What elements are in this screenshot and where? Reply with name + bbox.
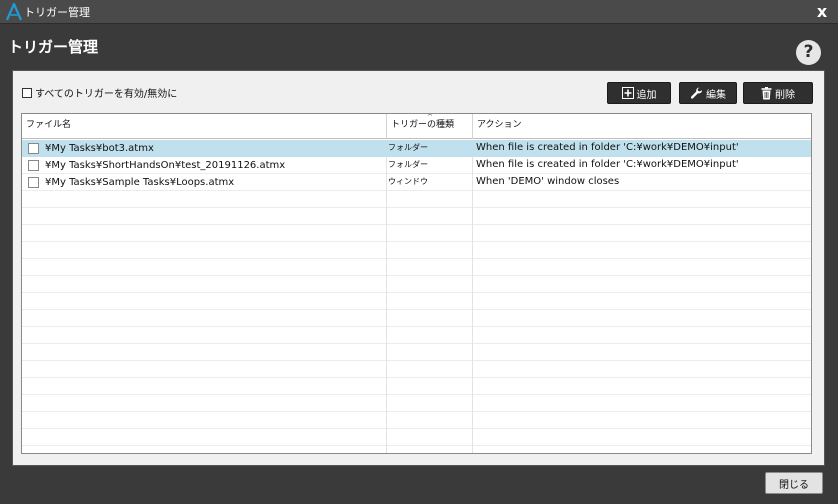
row-checkbox[interactable] xyxy=(28,143,39,154)
trigger-table: ファイル名 トリガーの種類 アクション ^ ¥My Tasks¥bot3.atm… xyxy=(21,113,812,454)
page-title: トリガー管理 xyxy=(8,38,99,56)
trigger-action: When file is created in folder 'C:¥work¥… xyxy=(476,142,739,153)
app-logo-icon xyxy=(5,2,23,21)
file-cell: ¥My Tasks¥ShortHandsOn¥test_20191126.atm… xyxy=(28,157,384,174)
trigger-panel: すべてのトリガーを有効/無効に 追加 編集 削除 ファイル名 トリガーの種類 ア… xyxy=(12,70,825,466)
checkbox-box[interactable] xyxy=(22,87,32,98)
trigger-type: フォルダー xyxy=(388,160,428,169)
column-header-file[interactable]: ファイル名 xyxy=(22,114,386,139)
window-title: トリガー管理 xyxy=(24,6,90,19)
row-checkbox[interactable] xyxy=(28,160,39,171)
row-checkbox[interactable] xyxy=(28,177,39,188)
trigger-type: ウィンドウ xyxy=(388,177,428,186)
plus-box-icon xyxy=(621,87,634,99)
sort-arrow-icon: ^ xyxy=(427,113,433,121)
edit-label: 編集 xyxy=(706,89,726,101)
enable-all-checkbox[interactable]: すべてのトリガーを有効/無効に xyxy=(22,85,177,100)
help-icon[interactable]: ? xyxy=(796,40,821,65)
file-cell: ¥My Tasks¥Sample Tasks¥Loops.atmx xyxy=(28,174,384,191)
table-row[interactable]: ¥My Tasks¥ShortHandsOn¥test_20191126.atm… xyxy=(22,157,811,174)
trigger-action: When file is created in folder 'C:¥work¥… xyxy=(476,159,739,170)
file-name: ¥My Tasks¥bot3.atmx xyxy=(45,142,154,154)
table-header: ファイル名 トリガーの種類 アクション ^ xyxy=(22,114,811,139)
table-body: ¥My Tasks¥bot3.atmx フォルダー When file is c… xyxy=(22,140,811,453)
add-label: 追加 xyxy=(636,89,657,101)
title-bar: トリガー管理 x xyxy=(0,0,838,24)
trigger-type: フォルダー xyxy=(388,143,428,152)
edit-button[interactable]: 編集 xyxy=(679,82,737,104)
add-button[interactable]: 追加 xyxy=(607,82,671,104)
enable-all-label: すべてのトリガーを有効/無効に xyxy=(35,89,178,100)
trigger-action: When 'DEMO' window closes xyxy=(476,176,620,187)
file-cell: ¥My Tasks¥bot3.atmx xyxy=(28,140,384,157)
wrench-icon xyxy=(690,87,703,100)
file-name: ¥My Tasks¥Sample Tasks¥Loops.atmx xyxy=(45,176,235,188)
page-header: トリガー管理 ? xyxy=(0,24,838,70)
table-row[interactable]: ¥My Tasks¥bot3.atmx フォルダー When file is c… xyxy=(22,140,811,157)
close-button[interactable]: 閉じる xyxy=(765,472,823,494)
delete-label: 削除 xyxy=(775,89,795,101)
delete-button[interactable]: 削除 xyxy=(743,82,813,104)
trash-icon xyxy=(761,86,772,100)
file-name: ¥My Tasks¥ShortHandsOn¥test_20191126.atm… xyxy=(45,159,286,171)
column-header-action[interactable]: アクション xyxy=(472,114,811,139)
window-close-button[interactable]: x xyxy=(812,1,832,23)
table-row[interactable]: ¥My Tasks¥Sample Tasks¥Loops.atmx ウィンドウ … xyxy=(22,174,811,191)
